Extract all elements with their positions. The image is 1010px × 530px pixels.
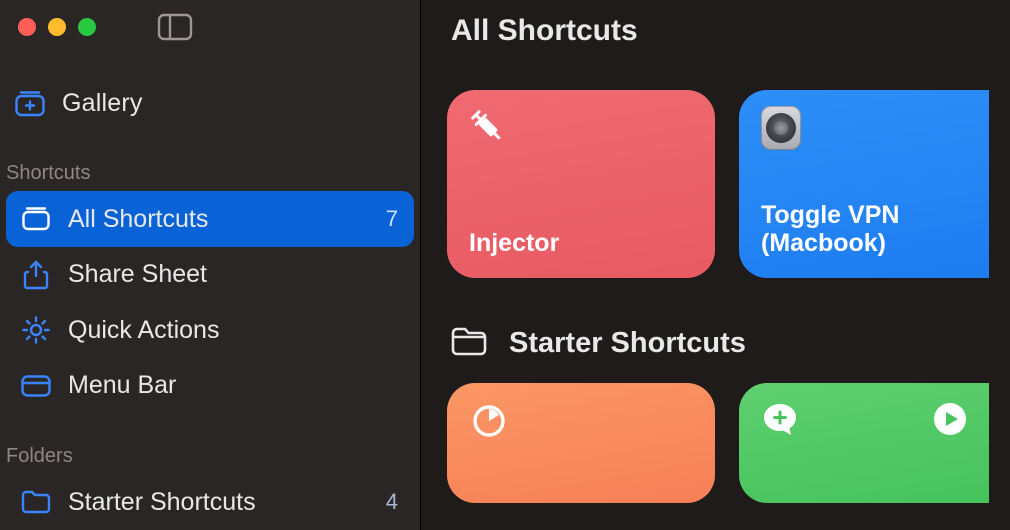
play-icon[interactable] [933, 402, 967, 441]
sidebar-folder-starter[interactable]: Starter Shortcuts 4 [6, 474, 414, 530]
folder-icon [22, 490, 50, 514]
minimize-window-button[interactable] [48, 18, 66, 36]
close-window-button[interactable] [18, 18, 36, 36]
gear-icon [22, 316, 50, 344]
window-titlebar [0, 0, 420, 54]
shortcut-tile[interactable] [739, 383, 989, 503]
toggle-sidebar-button[interactable] [158, 14, 192, 40]
sidebar-item-label: Starter Shortcuts [68, 488, 256, 517]
chat-plus-icon [761, 401, 799, 442]
sidebar-item-count: 4 [386, 489, 398, 515]
share-icon [22, 260, 50, 290]
shortcut-tile[interactable] [447, 383, 715, 503]
system-preferences-icon [761, 108, 801, 148]
main-content: All Shortcuts Injector Tog [420, 0, 1010, 530]
shortcut-tile-row [447, 383, 1010, 503]
page-title: All Shortcuts [447, 14, 1010, 48]
group-header-starter[interactable]: Starter Shortcuts [451, 326, 1010, 361]
sidebar-item-share-sheet[interactable]: Share Sheet [6, 247, 414, 303]
shortcut-tile-label: Toggle VPN (Macbook) [761, 201, 967, 259]
gallery-icon [16, 91, 44, 117]
sidebar-section-folders: Folders [0, 437, 420, 474]
sidebar-item-label: All Shortcuts [68, 205, 208, 234]
shortcut-tile-toggle-vpn[interactable]: Toggle VPN (Macbook) [739, 90, 989, 278]
window-controls [18, 18, 96, 36]
sidebar-item-all-shortcuts[interactable]: All Shortcuts 7 [6, 191, 414, 247]
sidebar-icon [158, 14, 192, 40]
timer-icon [469, 401, 509, 441]
stack-icon [22, 207, 50, 231]
sidebar-item-menu-bar[interactable]: Menu Bar [6, 358, 414, 414]
sidebar-item-label: Gallery [62, 89, 143, 118]
sidebar-item-gallery[interactable]: Gallery [0, 77, 420, 130]
sidebar-item-count: 7 [386, 206, 398, 232]
sidebar-section-shortcuts: Shortcuts [0, 154, 420, 191]
sidebar-item-label: Share Sheet [68, 260, 207, 289]
zoom-window-button[interactable] [78, 18, 96, 36]
group-header-label: Starter Shortcuts [509, 327, 746, 360]
sidebar-item-label: Quick Actions [68, 316, 219, 345]
shortcut-tile-row: Injector Toggle VPN (Macbook) [447, 90, 1010, 278]
sidebar-item-quick-actions[interactable]: Quick Actions [6, 302, 414, 358]
menubar-icon [22, 375, 50, 397]
shortcut-tile-label: Injector [469, 229, 693, 258]
syringe-icon [469, 108, 509, 148]
sidebar-item-label: Menu Bar [68, 371, 176, 400]
shortcut-tile-injector[interactable]: Injector [447, 90, 715, 278]
sidebar: Gallery Shortcuts All Shortcuts 7 Share … [0, 0, 420, 530]
folder-icon [451, 326, 487, 361]
